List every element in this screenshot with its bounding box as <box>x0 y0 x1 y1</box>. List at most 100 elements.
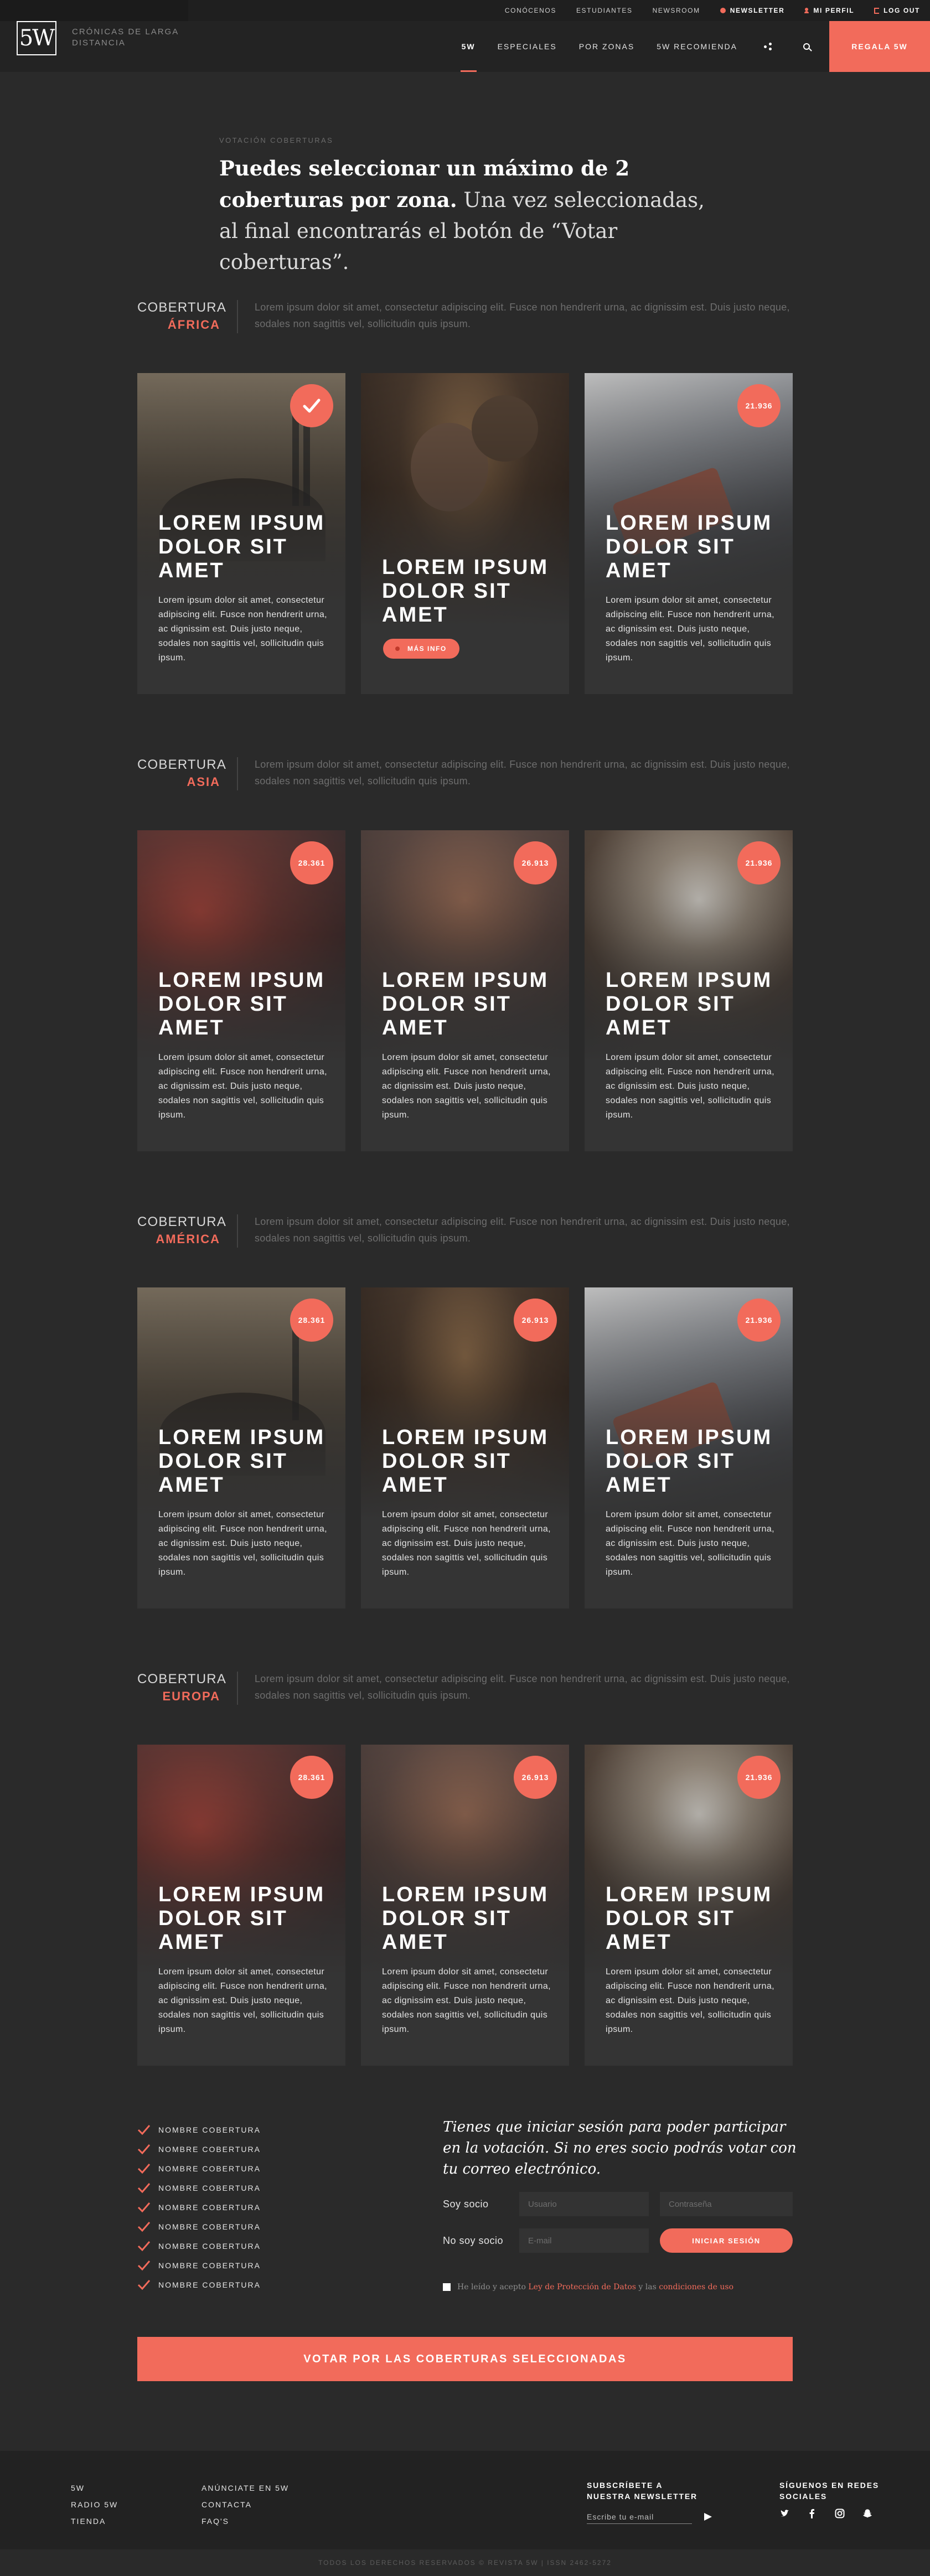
login-button[interactable]: Iniciar sesión <box>660 2228 793 2253</box>
check-icon <box>137 2163 151 2174</box>
card-title: Lorem ipsum dolor sit amet <box>606 1426 773 1497</box>
send-arrow-icon[interactable] <box>704 2513 712 2521</box>
privacy-law-link[interactable]: Ley de Protección de Datos <box>528 2283 636 2291</box>
check-icon <box>137 2182 151 2193</box>
section-label-word2: Asia <box>187 775 220 789</box>
coverage-card[interactable]: 26.913 Lorem ipsum dolor sit amet Lorem … <box>361 830 569 1151</box>
footer-link-tienda[interactable]: Tienda <box>71 2513 118 2530</box>
selected-coverage-item[interactable]: Nombre cobertura <box>137 2159 337 2178</box>
card-title: Lorem ipsum dolor sit amet <box>158 1883 326 1954</box>
selected-coverage-item[interactable]: Nombre cobertura <box>137 2178 337 2197</box>
coverage-card[interactable]: 21.936 Lorem ipsum dolor sit amet Lorem … <box>585 830 793 1151</box>
vote-coverages-button[interactable]: Votar por las coberturas seleccionadas <box>137 2337 793 2381</box>
selected-coverage-item[interactable]: Nombre cobertura <box>137 2236 337 2256</box>
card-title: Lorem ipsum dolor sit amet <box>382 556 549 627</box>
utility-link-newsletter[interactable]: Newsletter <box>720 7 785 14</box>
newsletter-email-input[interactable] <box>587 2510 692 2524</box>
copyright-notice: Todos los derechos reservados © revista … <box>0 2549 930 2576</box>
coverage-card[interactable]: 21.936 Lorem ipsum dolor sit amet Lorem … <box>585 373 793 694</box>
card-text: Lorem ipsum dolor sit amet, consectetur … <box>382 1053 551 1120</box>
section-label-word1: Cobertura <box>137 1672 227 1687</box>
section-description: Lorem ipsum dolor sit amet, consectetur … <box>255 759 790 787</box>
selected-coverage-item[interactable]: Nombre cobertura <box>137 2217 337 2236</box>
selected-coverage-item[interactable]: Nombre cobertura <box>137 2120 337 2139</box>
nav-item-5w[interactable]: 5W <box>451 21 487 72</box>
newsletter-icon <box>720 8 726 13</box>
coverage-card[interactable]: 28.361 Lorem ipsum dolor sit amet Lorem … <box>137 1745 345 2066</box>
utility-link-logout[interactable]: Log out <box>874 7 920 14</box>
coverage-card[interactable]: 21.936 Lorem ipsum dolor sit amet Lorem … <box>585 1745 793 2066</box>
card-title: Lorem ipsum dolor sit amet <box>158 969 326 1039</box>
terms-mid: y las <box>636 2283 659 2291</box>
section-label-word2: Europa <box>162 1689 220 1703</box>
logout-label: Log out <box>884 7 920 14</box>
card-text: Lorem ipsum dolor sit amet, consectetur … <box>158 1053 327 1120</box>
selected-coverage-name: Nombre cobertura <box>158 2241 261 2251</box>
regala-button[interactable]: Regala 5W <box>829 21 930 72</box>
email-input[interactable] <box>519 2228 649 2253</box>
instagram-icon[interactable] <box>835 2508 845 2518</box>
footer-link-contacta[interactable]: Contacta <box>202 2496 289 2513</box>
section-divider <box>237 300 238 333</box>
utility-link-conocenos[interactable]: Conócenos <box>505 7 556 14</box>
coverage-card[interactable]: 26.913 Lorem ipsum dolor sit amet Lorem … <box>361 1745 569 2066</box>
selected-coverage-name: Nombre cobertura <box>158 2261 261 2270</box>
username-input[interactable] <box>519 2192 649 2216</box>
snapchat-icon[interactable] <box>862 2508 872 2518</box>
more-info-button[interactable]: Más info <box>383 639 459 659</box>
vote-count-badge: 21.936 <box>737 841 781 884</box>
plus-icon <box>395 646 400 651</box>
terms-checkbox[interactable] <box>443 2283 451 2291</box>
password-input[interactable] <box>660 2192 793 2216</box>
footer-link-anunciate[interactable]: Anúnciate en 5W <box>202 2480 289 2496</box>
vote-count-badge: 26.913 <box>514 1756 557 1799</box>
terms-of-use-link[interactable]: condiciones de uso <box>659 2283 733 2291</box>
selected-check-badge[interactable] <box>290 384 333 427</box>
site-logo[interactable]: 5W <box>17 21 56 55</box>
coverage-card[interactable]: Lorem ipsum dolor sit amet Lorem ipsum d… <box>137 373 345 694</box>
check-icon <box>137 2241 151 2251</box>
nav-item-por-zonas[interactable]: Por zonas <box>568 21 645 72</box>
vote-count-badge: 26.913 <box>514 1299 557 1342</box>
utility-bar-wedge <box>0 0 188 21</box>
facebook-icon[interactable] <box>807 2508 817 2518</box>
share-button[interactable] <box>748 21 787 72</box>
selected-coverage-item[interactable]: Nombre cobertura <box>137 2275 337 2294</box>
footer-link-5w[interactable]: 5W <box>71 2480 118 2496</box>
selected-coverage-item[interactable]: Nombre cobertura <box>137 2139 337 2159</box>
utility-link-profile[interactable]: Mi perfil <box>804 7 854 14</box>
coverage-card[interactable]: 28.361 Lorem ipsum dolor sit amet Lorem … <box>137 830 345 1151</box>
coverage-card[interactable]: 21.936 Lorem ipsum dolor sit amet Lorem … <box>585 1287 793 1608</box>
coverage-card[interactable]: 26.913 Lorem ipsum dolor sit amet Lorem … <box>361 1287 569 1608</box>
nonmember-login-row: No soy socio Iniciar sesión <box>443 2228 797 2253</box>
footer-link-radio[interactable]: Radio 5W <box>71 2496 118 2513</box>
section-header-africa: Cobertura África Lorem ipsum dolor sit a… <box>137 299 802 338</box>
nav-item-especiales[interactable]: Especiales <box>487 21 568 72</box>
card-text: Lorem ipsum dolor sit amet, consectetur … <box>382 1967 551 2034</box>
utility-link-newsroom[interactable]: Newsroom <box>653 7 700 14</box>
selected-coverage-item[interactable]: Nombre cobertura <box>137 2197 337 2217</box>
footer-column-2: Anúnciate en 5W Contacta FAQ's <box>202 2480 289 2530</box>
section-header-america: Cobertura América Lorem ipsum dolor sit … <box>137 1213 802 1252</box>
nav-item-recomienda[interactable]: 5W Recomienda <box>645 21 748 72</box>
selected-coverage-name: Nombre cobertura <box>158 2144 261 2154</box>
card-text: Lorem ipsum dolor sit amet, consectetur … <box>158 1967 327 2034</box>
cards-america: 28.361 Lorem ipsum dolor sit amet Lorem … <box>137 1287 793 1608</box>
search-button[interactable] <box>787 21 826 72</box>
coverage-card[interactable]: 28.361 Lorem ipsum dolor sit amet Lorem … <box>137 1287 345 1608</box>
twitter-icon[interactable] <box>779 2508 789 2518</box>
login-intro: Tienes que iniciar sesión para poder par… <box>443 2119 797 2177</box>
utility-link-estudiantes[interactable]: Estudiantes <box>576 7 633 14</box>
selected-coverage-name: Nombre cobertura <box>158 2222 261 2231</box>
section-divider <box>237 1672 238 1705</box>
footer-link-faqs[interactable]: FAQ's <box>202 2513 289 2530</box>
cards-asia: 28.361 Lorem ipsum dolor sit amet Lorem … <box>137 830 793 1151</box>
coverage-card[interactable]: Lorem ipsum dolor sit amet Más info <box>361 373 569 694</box>
card-text: Lorem ipsum dolor sit amet, consectetur … <box>606 1510 774 1577</box>
section-label-word1: Cobertura <box>137 1214 227 1229</box>
section-label: Cobertura Europa <box>137 1670 227 1705</box>
section-divider <box>237 757 238 790</box>
card-title: Lorem ipsum dolor sit amet <box>382 969 549 1039</box>
selected-coverage-item[interactable]: Nombre cobertura <box>137 2256 337 2275</box>
section-label: Cobertura Asia <box>137 756 226 790</box>
